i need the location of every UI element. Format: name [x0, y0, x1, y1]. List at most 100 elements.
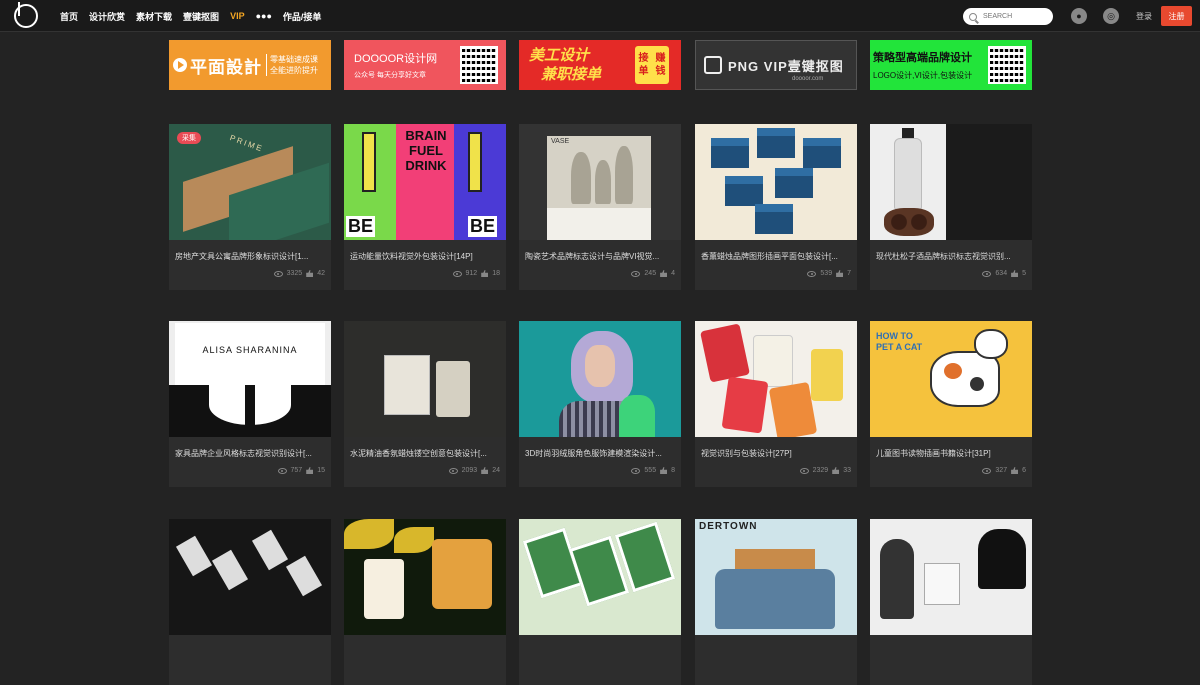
card-title[interactable]: 儿童图书读物插画书籍设计[31P]: [876, 448, 1028, 459]
banner-freelance-design[interactable]: 美工设计 兼职接单 接单 赚钱: [519, 40, 681, 90]
card-title[interactable]: 3D时尚羽绒服角色服饰建模渲染设计...: [525, 448, 677, 459]
register-button[interactable]: 注册: [1161, 6, 1192, 26]
like-icon[interactable]: [660, 270, 668, 277]
views-icon: [982, 270, 992, 277]
card-thumbnail[interactable]: [344, 519, 506, 635]
banner-tag-line-2: 赚钱: [655, 53, 666, 77]
thumb-shape: [880, 539, 914, 619]
login-link[interactable]: 登录: [1136, 11, 1152, 22]
gallery-card[interactable]: 现代杜松子酒品牌标识标志视觉识别... 634 5: [870, 124, 1032, 290]
gallery-card[interactable]: ALISA SHARANINA 家具品牌企业风格标志视觉识别设计[... 757…: [169, 321, 331, 487]
banner-graphic-design-course[interactable]: 平面設計 零基础速成课 全能进阶提升: [169, 40, 331, 90]
gallery-card[interactable]: VASE 陶瓷艺术品牌标志设计与品牌VI视觉... 245 4: [519, 124, 681, 290]
thumb-shape: [725, 176, 763, 206]
gallery-card[interactable]: [344, 519, 506, 685]
search-icon[interactable]: [969, 12, 977, 21]
nav-more[interactable]: ●●●: [256, 11, 272, 21]
gallery-card[interactable]: 水泥精油香氛蜡烛镂空创意包装设计[... 2093 24: [344, 321, 506, 487]
likes-count: 33: [843, 467, 851, 474]
gallery-card[interactable]: BRAIN FUEL DRINK BE BE 运动能量饮料视觉外包装设计[14P…: [344, 124, 506, 290]
banner-png-cutout[interactable]: PNG VIP壹键抠图 doooor.com: [695, 40, 857, 90]
like-icon[interactable]: [836, 270, 844, 277]
thumb-shape: [394, 527, 434, 553]
nav-assets-download[interactable]: 素材下载: [136, 10, 172, 23]
nav-one-click-cutout[interactable]: 壹键抠图: [183, 10, 219, 23]
banner-subtitle: 公众号 每天分享好文章: [354, 72, 426, 79]
card-thumbnail[interactable]: ALISA SHARANINA: [169, 321, 331, 437]
gallery-card[interactable]: PRIME 采集 房地产文具公寓品牌形象标识设计[1... 3325 42: [169, 124, 331, 290]
thumb-text: BE: [346, 216, 376, 237]
collect-badge[interactable]: 采集: [177, 132, 201, 144]
site-logo-icon[interactable]: [14, 2, 38, 28]
nav-vip[interactable]: VIP: [230, 11, 245, 21]
gallery-card[interactable]: 视觉识别与包装设计[27P] 2329 33: [695, 321, 857, 487]
gallery-card[interactable]: [870, 519, 1032, 685]
views-count: 634: [995, 270, 1008, 277]
card-title[interactable]: 运动能量饮料视觉外包装设计[14P]: [350, 251, 502, 262]
card-thumbnail[interactable]: [519, 519, 681, 635]
nav-design-gallery[interactable]: 设计欣赏: [89, 10, 125, 23]
card-title[interactable]: 视觉识别与包装设计[27P]: [701, 448, 853, 459]
like-icon[interactable]: [306, 467, 314, 474]
banner-subtitle: 零基础速成课 全能进阶提升: [266, 54, 318, 76]
banner-brand-design[interactable]: 策略型高端品牌设计 LOGO设计,VI设计,包装设计: [870, 40, 1032, 90]
card-thumbnail[interactable]: VASE: [519, 124, 681, 240]
views-icon: [452, 270, 462, 277]
card-title[interactable]: 水泥精油香氛蜡烛镂空创意包装设计[...: [350, 448, 502, 459]
banner-dooor-wechat[interactable]: DOOOOR设计网 公众号 每天分享好文章: [344, 40, 506, 90]
card-thumbnail[interactable]: HOW TO PET A CAT: [870, 321, 1032, 437]
nav-works-jobs[interactable]: 作品/接单: [283, 10, 322, 23]
like-icon[interactable]: [832, 467, 840, 474]
card-title[interactable]: 现代杜松子酒品牌标识标志视觉识别...: [876, 251, 1028, 262]
thumb-shape: [894, 138, 922, 210]
like-icon[interactable]: [481, 467, 489, 474]
card-thumbnail[interactable]: [695, 321, 857, 437]
card-thumbnail[interactable]: [519, 321, 681, 437]
card-thumbnail[interactable]: [870, 124, 1032, 240]
gallery-card[interactable]: 3D时尚羽绒服角色服饰建模渲染设计... 555 8: [519, 321, 681, 487]
thumb-shape: [775, 168, 813, 198]
thumb-shape: [755, 204, 793, 234]
thumb-shape: [753, 335, 793, 387]
gallery-card[interactable]: [169, 519, 331, 685]
card-thumbnail[interactable]: [695, 124, 857, 240]
thumb-shape: [944, 363, 962, 379]
banner-tag-line-1: 接单: [638, 53, 649, 77]
views-icon: [631, 270, 641, 277]
card-title[interactable]: 家具品牌企业风格标志视觉识别设计[...: [175, 448, 327, 459]
nav-home[interactable]: 首页: [60, 10, 78, 23]
card-thumbnail[interactable]: PRIME 采集: [169, 124, 331, 240]
views-icon: [631, 467, 641, 474]
card-thumbnail[interactable]: DERTOWN: [695, 519, 857, 635]
thumb-shape: [619, 395, 655, 437]
thumb-shape: [364, 559, 404, 619]
thumb-text: ALISA SHARANINA: [202, 345, 298, 355]
views-count: 2329: [812, 467, 829, 474]
like-icon[interactable]: [1011, 270, 1019, 277]
card-title[interactable]: 陶瓷艺术品牌标志设计与品牌VI视觉...: [525, 251, 677, 262]
gallery-card[interactable]: HOW TO PET A CAT 儿童图书读物插画书籍设计[31P] 327 6: [870, 321, 1032, 487]
user-avatar-icon[interactable]: ●: [1071, 8, 1087, 24]
thumb-shape: [811, 349, 843, 401]
thumb-shape: [930, 351, 1000, 407]
card-thumbnail[interactable]: [870, 519, 1032, 635]
gallery-card[interactable]: [519, 519, 681, 685]
card-thumbnail[interactable]: BRAIN FUEL DRINK BE BE: [344, 124, 506, 240]
card-title[interactable]: 香薰蜡烛品牌图形插画平面包装设计[...: [701, 251, 853, 262]
card-stats: 539 7: [807, 270, 851, 277]
search-box[interactable]: [963, 8, 1053, 25]
gallery-card[interactable]: 香薰蜡烛品牌图形插画平面包装设计[... 539 7: [695, 124, 857, 290]
like-icon[interactable]: [306, 270, 314, 277]
gallery-card[interactable]: DERTOWN: [695, 519, 857, 685]
like-icon[interactable]: [1011, 467, 1019, 474]
wechat-icon[interactable]: ◎: [1103, 8, 1119, 24]
like-icon[interactable]: [660, 467, 668, 474]
card-thumbnail[interactable]: [169, 519, 331, 635]
main-nav: 首页 设计欣赏 素材下载 壹键抠图 VIP ●●● 作品/接单: [60, 0, 321, 32]
card-thumbnail[interactable]: [344, 321, 506, 437]
card-title[interactable]: 房地产文具公寓品牌形象标识设计[1...: [175, 251, 327, 262]
thumb-shape: [768, 381, 818, 437]
search-input[interactable]: [983, 13, 1053, 20]
banner-title: 策略型高端品牌设计: [873, 52, 972, 64]
like-icon[interactable]: [481, 270, 489, 277]
